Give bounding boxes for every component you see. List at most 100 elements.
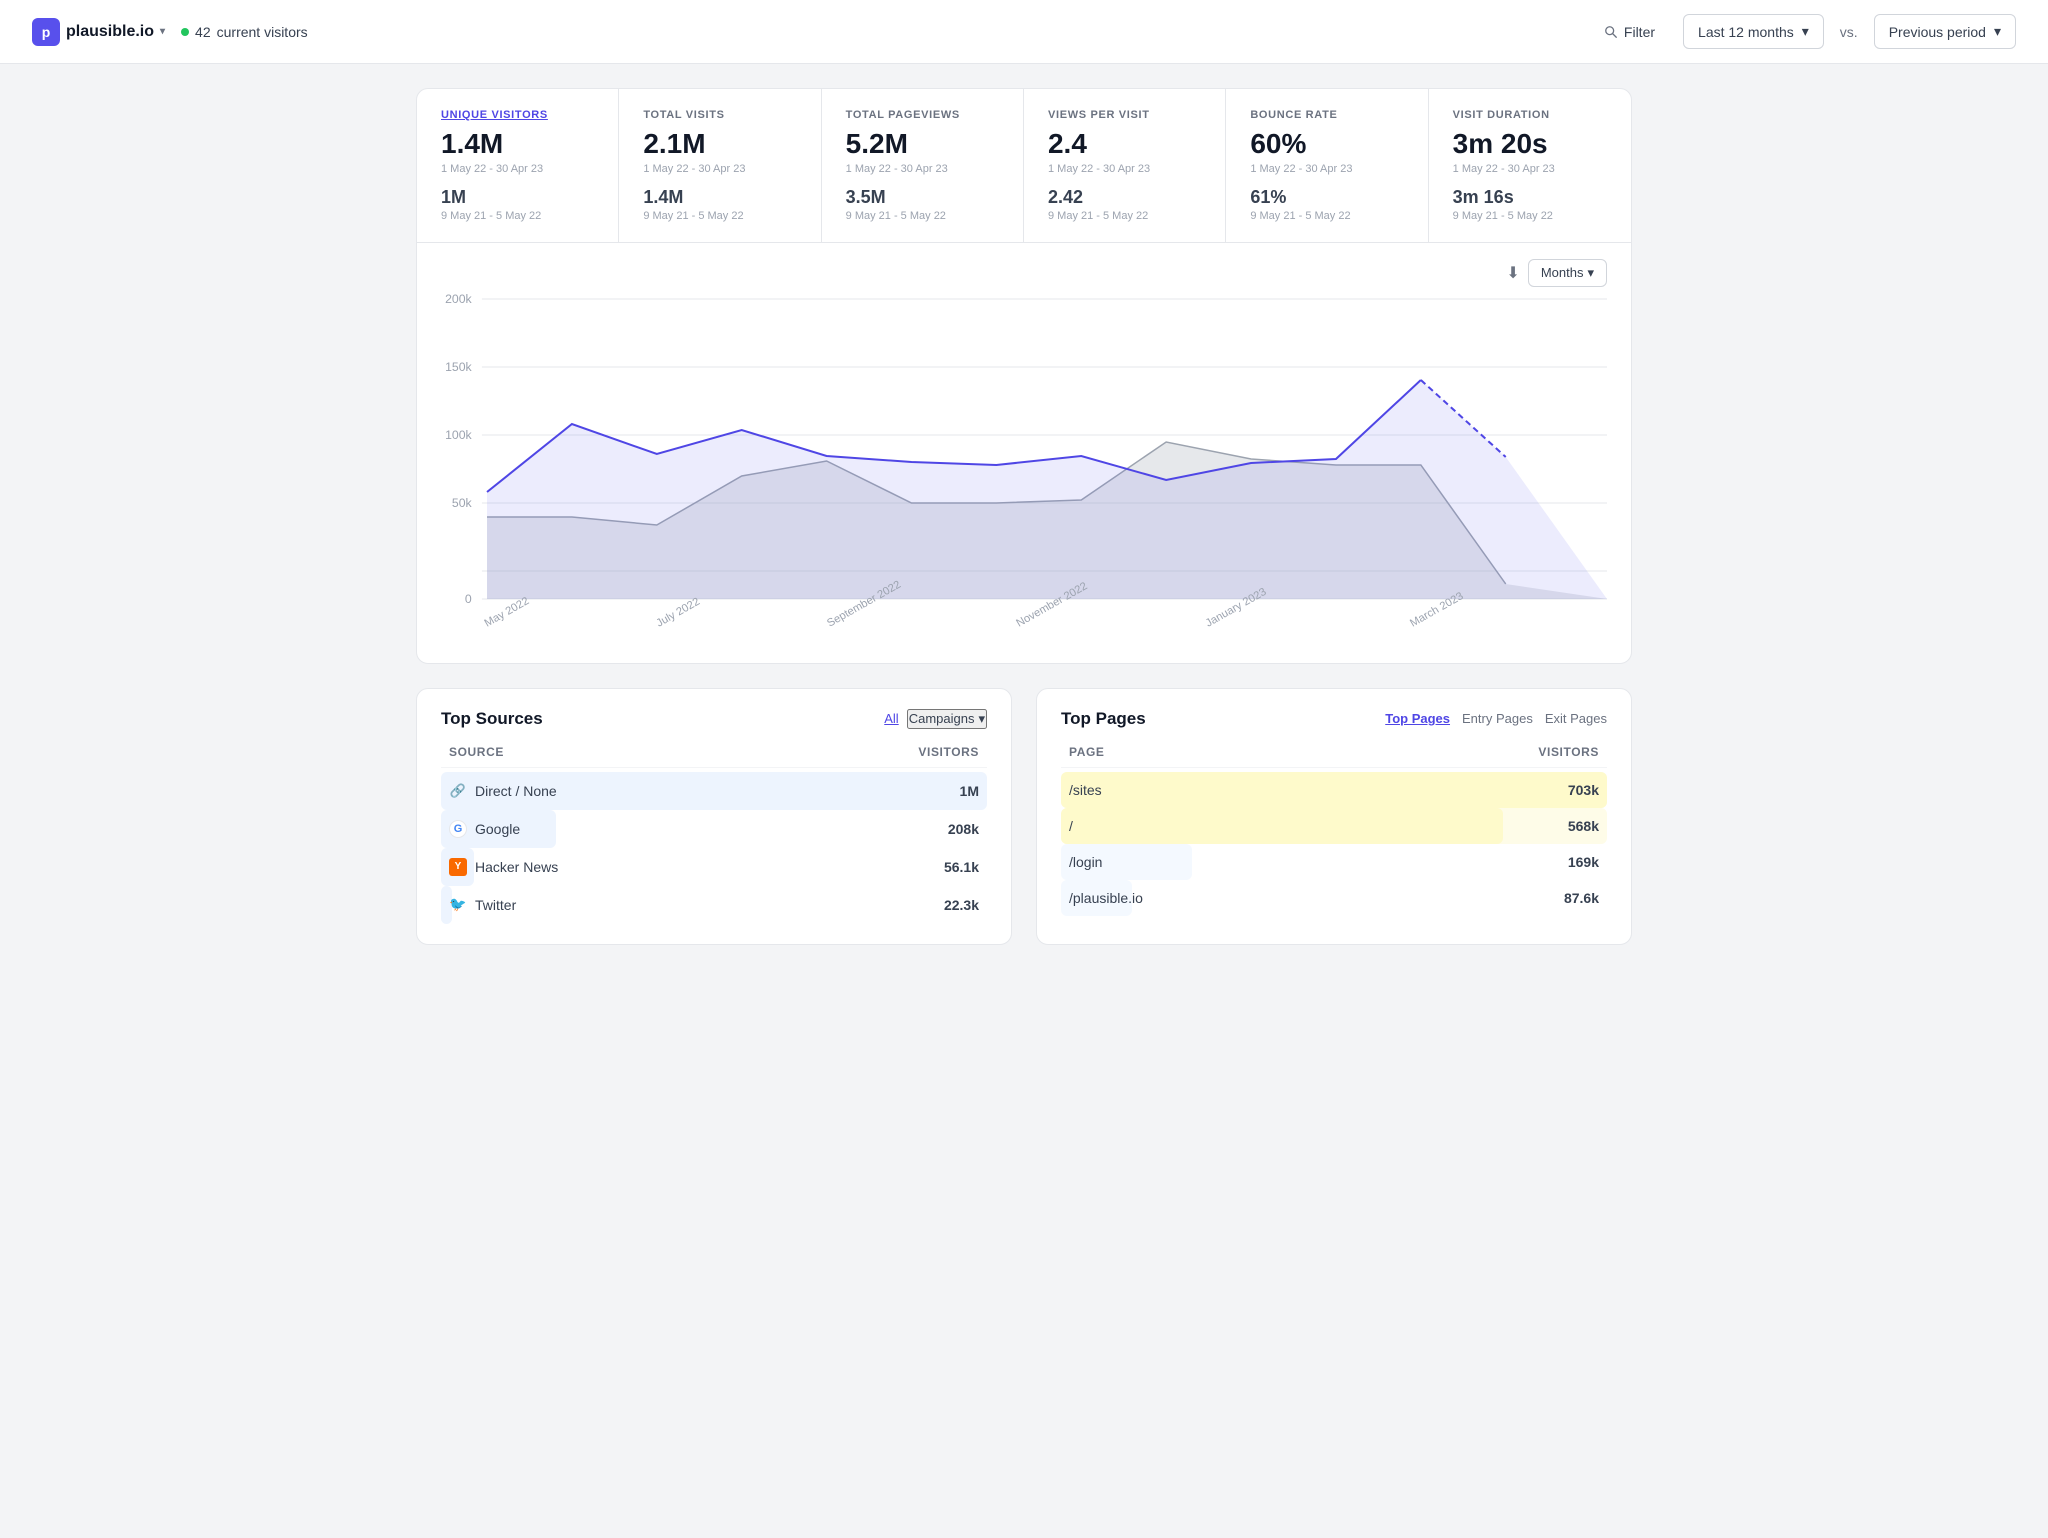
sources-table-header: Source Visitors — [441, 745, 987, 768]
stat-label-total_pageviews: TOTAL PAGEVIEWS — [846, 109, 999, 121]
page-row[interactable]: /login 169k — [1061, 844, 1607, 880]
pages-tabs: Top Pages Entry Pages Exit Pages — [1385, 711, 1607, 726]
stat-label-bounce_rate: BOUNCE RATE — [1250, 109, 1403, 121]
stat-prev-value-total_visits: 1.4M — [643, 187, 796, 208]
stat-item-views_per_visit: VIEWS PER VISIT 2.4 1 May 22 - 30 Apr 23… — [1024, 89, 1226, 242]
svg-text:0: 0 — [465, 592, 472, 606]
source-icon: Y — [449, 858, 467, 876]
stat-date-views_per_visit: 1 May 22 - 30 Apr 23 — [1048, 163, 1201, 175]
top-sources-header: Top Sources All Campaigns ▾ — [441, 709, 987, 729]
chart-wrapper: 200k 150k 100k 50k 0 May 2 — [441, 299, 1607, 639]
page-name: /login — [1069, 854, 1102, 870]
source-row[interactable]: 🔗 Direct / None 1M — [441, 772, 987, 810]
svg-text:May 2022: May 2022 — [482, 595, 531, 629]
stat-prev-value-visit_duration: 3m 16s — [1453, 187, 1607, 208]
online-dot — [181, 28, 189, 36]
svg-text:150k: 150k — [445, 360, 473, 374]
source-icon: G — [449, 820, 467, 838]
page-row[interactable]: /sites 703k — [1061, 772, 1607, 808]
months-chevron: ▾ — [1587, 265, 1594, 281]
stat-prev-date-total_visits: 9 May 21 - 5 May 22 — [643, 210, 796, 222]
visitor-count: 42 — [195, 24, 211, 40]
logo-area[interactable]: p plausible.io ▾ — [32, 18, 165, 46]
filter-label: Filter — [1624, 24, 1655, 40]
svg-text:100k: 100k — [445, 428, 473, 442]
stat-date-visit_duration: 1 May 22 - 30 Apr 23 — [1453, 163, 1607, 175]
compare-chevron: ▾ — [1994, 23, 2001, 40]
logo-chevron-icon: ▾ — [160, 26, 165, 37]
stat-prev-date-bounce_rate: 9 May 21 - 5 May 22 — [1250, 210, 1403, 222]
stat-date-unique_visitors: 1 May 22 - 30 Apr 23 — [441, 163, 594, 175]
sources-table: 🔗 Direct / None 1M G Google 208k Y Hacke… — [441, 772, 987, 924]
stat-value-visit_duration: 3m 20s — [1453, 129, 1607, 160]
page-name: / — [1069, 818, 1073, 834]
svg-text:50k: 50k — [452, 496, 473, 510]
page-visitors: 169k — [1568, 854, 1599, 870]
search-icon — [1604, 25, 1618, 39]
stat-item-total_pageviews: TOTAL PAGEVIEWS 5.2M 1 May 22 - 30 Apr 2… — [822, 89, 1024, 242]
campaigns-button[interactable]: Campaigns ▾ — [907, 709, 987, 729]
vs-label: vs. — [1840, 24, 1858, 40]
stat-item-bounce_rate: BOUNCE RATE 60% 1 May 22 - 30 Apr 23 61%… — [1226, 89, 1428, 242]
chart-controls: ⬇ Months ▾ — [441, 259, 1607, 287]
tab-entry-pages[interactable]: Entry Pages — [1462, 711, 1533, 726]
source-name: G Google — [449, 820, 520, 838]
source-visitors: 56.1k — [944, 859, 979, 875]
stat-value-total_pageviews: 5.2M — [846, 129, 999, 160]
page-visitors: 568k — [1568, 818, 1599, 834]
months-dropdown[interactable]: Months ▾ — [1528, 259, 1607, 287]
stat-prev-date-visit_duration: 9 May 21 - 5 May 22 — [1453, 210, 1607, 222]
page-visitors: 703k — [1568, 782, 1599, 798]
stat-label-total_visits: TOTAL VISITS — [643, 109, 796, 121]
stat-prev-value-total_pageviews: 3.5M — [846, 187, 999, 208]
compare-period-label: Previous period — [1889, 24, 1986, 40]
source-row[interactable]: G Google 208k — [441, 810, 987, 848]
compare-period-dropdown[interactable]: Previous period ▾ — [1874, 14, 2016, 49]
stat-label-unique_visitors[interactable]: UNIQUE VISITORS — [441, 109, 594, 121]
source-row[interactable]: Y Hacker News 56.1k — [441, 848, 987, 886]
visitor-label: current visitors — [217, 24, 308, 40]
stat-prev-date-views_per_visit: 9 May 21 - 5 May 22 — [1048, 210, 1201, 222]
stat-label-visit_duration: VISIT DURATION — [1453, 109, 1607, 121]
campaigns-chevron: ▾ — [978, 711, 985, 727]
source-name: 🐦 Twitter — [449, 896, 516, 914]
filter-button[interactable]: Filter — [1592, 18, 1667, 46]
campaigns-label: Campaigns — [909, 711, 975, 726]
page-name: /plausible.io — [1069, 890, 1143, 906]
top-pages-header: Top Pages Top Pages Entry Pages Exit Pag… — [1061, 709, 1607, 729]
source-visitors: 22.3k — [944, 897, 979, 913]
svg-text:200k: 200k — [445, 292, 473, 306]
svg-text:July 2022: July 2022 — [654, 596, 702, 630]
page-row[interactable]: / 568k — [1061, 808, 1607, 844]
main-content: UNIQUE VISITORS 1.4M 1 May 22 - 30 Apr 2… — [384, 64, 1664, 969]
bottom-grid: Top Sources All Campaigns ▾ Source Visit… — [416, 688, 1632, 945]
source-visitors: 208k — [948, 821, 979, 837]
source-icon: 🐦 — [449, 896, 467, 914]
all-tab[interactable]: All — [884, 711, 898, 726]
col-page: Page — [1069, 745, 1105, 759]
header: p plausible.io ▾ 42 current visitors Fil… — [0, 0, 2048, 64]
stat-value-unique_visitors: 1.4M — [441, 129, 594, 160]
source-visitors: 1M — [960, 783, 979, 799]
tab-top-pages[interactable]: Top Pages — [1385, 711, 1450, 726]
col-visitors: Visitors — [1538, 745, 1599, 759]
stat-prev-value-unique_visitors: 1M — [441, 187, 594, 208]
logo-text: plausible.io — [66, 23, 154, 41]
stat-item-unique_visitors[interactable]: UNIQUE VISITORS 1.4M 1 May 22 - 30 Apr 2… — [417, 89, 619, 242]
logo-icon: p — [32, 18, 60, 46]
stat-value-views_per_visit: 2.4 — [1048, 129, 1201, 160]
source-row[interactable]: 🐦 Twitter 22.3k — [441, 886, 987, 924]
pages-table-header: Page Visitors — [1061, 745, 1607, 768]
source-name: 🔗 Direct / None — [449, 782, 557, 800]
stat-date-bounce_rate: 1 May 22 - 30 Apr 23 — [1250, 163, 1403, 175]
stat-prev-value-views_per_visit: 2.42 — [1048, 187, 1201, 208]
tab-exit-pages[interactable]: Exit Pages — [1545, 711, 1607, 726]
stat-date-total_pageviews: 1 May 22 - 30 Apr 23 — [846, 163, 999, 175]
date-range-chevron: ▾ — [1802, 23, 1809, 40]
date-range-dropdown[interactable]: Last 12 months ▾ — [1683, 14, 1824, 49]
page-row[interactable]: /plausible.io 87.6k — [1061, 880, 1607, 916]
stat-value-bounce_rate: 60% — [1250, 129, 1403, 160]
top-sources-panel: Top Sources All Campaigns ▾ Source Visit… — [416, 688, 1012, 945]
chart-area: ⬇ Months ▾ 200k 150k — [417, 243, 1631, 663]
download-icon[interactable]: ⬇ — [1506, 263, 1519, 283]
